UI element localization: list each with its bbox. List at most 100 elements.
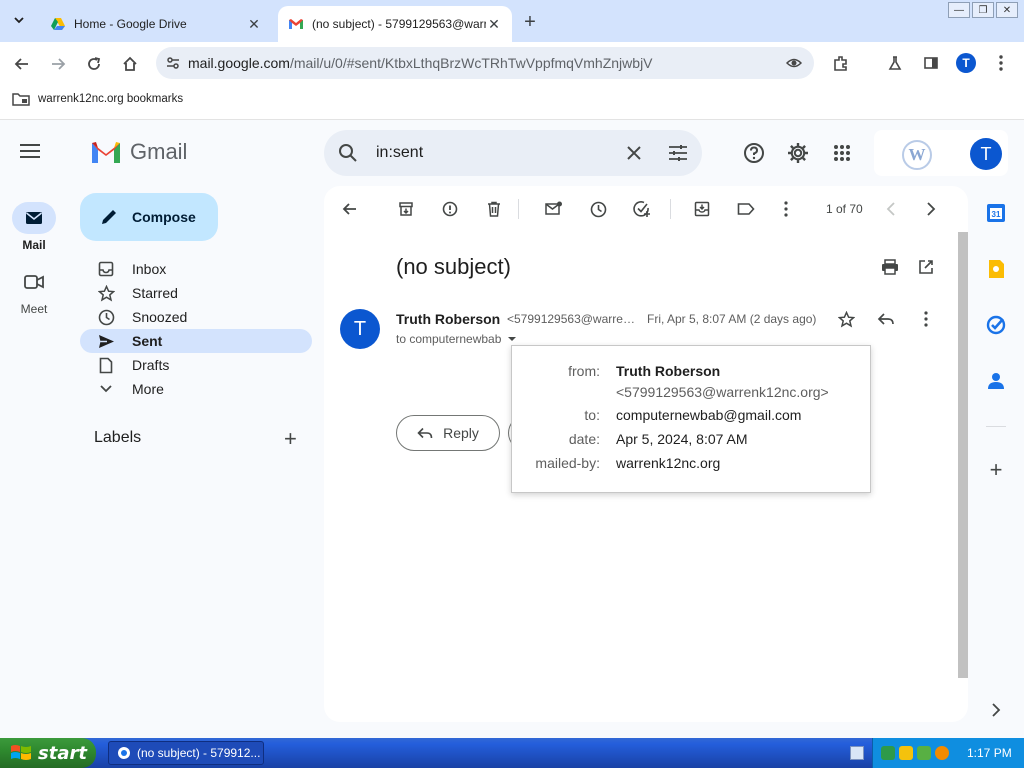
google-apps-icon[interactable] [829,140,855,166]
main-menu-button[interactable] [20,140,48,168]
sidebar-item-label: Snoozed [132,309,188,325]
rail-meet-label: Meet [20,302,48,316]
tasks-icon[interactable] [986,315,1006,335]
more-options-icon[interactable] [775,198,797,220]
chrome-menu-icon[interactable] [988,50,1014,76]
mail-icon [12,202,56,234]
tab-google-drive[interactable]: Home - Google Drive ✕ [40,6,272,42]
message-more-options-icon[interactable] [915,308,937,330]
pencil-icon [102,210,116,224]
trash-icon[interactable] [483,198,505,220]
open-in-new-window-icon[interactable] [915,256,937,278]
profile-button[interactable]: T [953,50,979,76]
show-details-caret-icon[interactable] [507,336,517,342]
star-icon [96,284,116,302]
side-panel-icon[interactable] [918,50,944,76]
home-button[interactable] [116,50,144,78]
compose-button[interactable]: Compose [80,193,218,241]
close-window-button[interactable]: ✕ [996,2,1018,18]
reply-arrow-icon[interactable] [875,308,897,330]
forward-button[interactable] [44,50,72,78]
sidebar-item-snoozed[interactable]: Snoozed [80,305,312,329]
gmail-wordmark: Gmail [130,139,188,164]
sidebar-item-inbox[interactable]: Inbox [80,257,312,281]
keyboard-icon[interactable] [850,746,864,760]
sidebar-item-drafts[interactable]: Drafts [80,353,312,377]
details-to-key: to: [584,407,600,423]
recipient-line[interactable]: to computernewbab [396,332,517,346]
support-icon[interactable] [741,140,767,166]
calendar-icon[interactable]: 31 [986,203,1006,223]
rail-meet[interactable]: Meet [10,266,58,316]
site-info-icon[interactable] [166,56,180,70]
bookmarks-bar: warrenk12nc.org bookmarks [0,84,1024,120]
mark-unread-icon[interactable] [543,198,565,220]
toolbar-divider [670,199,671,219]
sidebar-item-starred[interactable]: Starred [80,281,312,305]
create-label-plus-icon[interactable]: + [284,426,297,452]
organization-logo[interactable]: W [902,140,932,170]
sidebar-item-label: Drafts [132,357,170,373]
reload-button[interactable] [80,50,108,78]
account-avatar[interactable]: T [970,138,1002,170]
extensions-icon[interactable] [828,50,854,76]
tab-gmail-message[interactable]: (no subject) - 5799129563@warrenk12nc.or… [278,6,512,42]
chevron-down-icon [14,17,24,24]
window-controls: — ❐ ✕ [948,2,1018,18]
reply-button[interactable]: Reply [396,415,500,451]
search-options-icon[interactable] [668,144,688,162]
back-button[interactable] [8,50,36,78]
google-drive-icon [51,18,65,30]
star-icon[interactable] [835,308,857,330]
report-spam-icon[interactable] [439,198,461,220]
browser-toolbar: mail.google.com/mail/u/0/#sent/KtbxLthqB… [0,42,1024,84]
close-tab-icon[interactable]: ✕ [486,16,502,33]
bookmark-folder[interactable]: warrenk12nc.org bookmarks [12,92,183,106]
search-bar[interactable]: in:sent [324,130,702,176]
newer-chevron-left-icon[interactable] [880,198,902,220]
snooze-clock-icon[interactable] [587,198,609,220]
inbox-icon [96,261,116,277]
maximize-button[interactable]: ❐ [972,2,994,18]
address-bar[interactable]: mail.google.com/mail/u/0/#sent/KtbxLthqB… [156,47,814,79]
sender-email: <5799129563@warren... [507,312,637,326]
add-to-tasks-icon[interactable] [631,198,653,220]
details-from-name: Truth Roberson [616,363,721,379]
taskbar-window-label: (no subject) - 579912... [137,746,261,760]
clear-search-icon[interactable] [626,145,642,161]
older-chevron-right-icon[interactable] [920,198,942,220]
tab-search-button[interactable] [8,9,30,31]
sidebar-item-sent[interactable]: Sent [80,329,312,353]
sender-name[interactable]: Truth Roberson [396,311,500,327]
archive-icon[interactable] [395,198,417,220]
search-input[interactable]: in:sent [376,144,626,162]
search-icon[interactable] [338,143,358,163]
gmail-logo[interactable]: Gmail [90,139,187,165]
close-tab-icon[interactable]: ✕ [246,16,262,33]
hide-side-panel-chevron-icon[interactable] [986,700,1006,720]
back-to-sent-arrow-icon[interactable] [339,198,361,220]
label-icon[interactable] [735,198,757,220]
minimize-button[interactable]: — [948,2,970,18]
update-icon[interactable] [917,746,931,760]
rail-mail[interactable]: Mail [10,202,58,252]
taskbar-window-button[interactable]: (no subject) - 579912... [108,741,264,765]
send-icon [96,334,116,349]
print-icon[interactable] [879,256,901,278]
labs-flask-icon[interactable] [882,50,908,76]
sidebar-item-more[interactable]: More [80,377,312,401]
contacts-icon[interactable] [986,371,1006,391]
security-shield-icon[interactable] [899,746,913,760]
network-icon[interactable] [881,746,895,760]
scrollbar-thumb[interactable] [958,232,968,678]
get-addons-plus-icon[interactable]: + [986,457,1006,482]
keep-icon[interactable] [986,259,1006,279]
move-to-icon[interactable] [691,198,713,220]
gmail-icon [289,19,303,29]
browser-tab-strip: Home - Google Drive ✕ (no subject) - 579… [0,0,1024,42]
tracking-protection-icon[interactable] [785,55,803,74]
new-tab-button[interactable]: + [518,10,542,34]
search-tray-icon[interactable] [935,746,949,760]
settings-gear-icon[interactable] [785,140,811,166]
start-button[interactable]: start [0,738,96,768]
